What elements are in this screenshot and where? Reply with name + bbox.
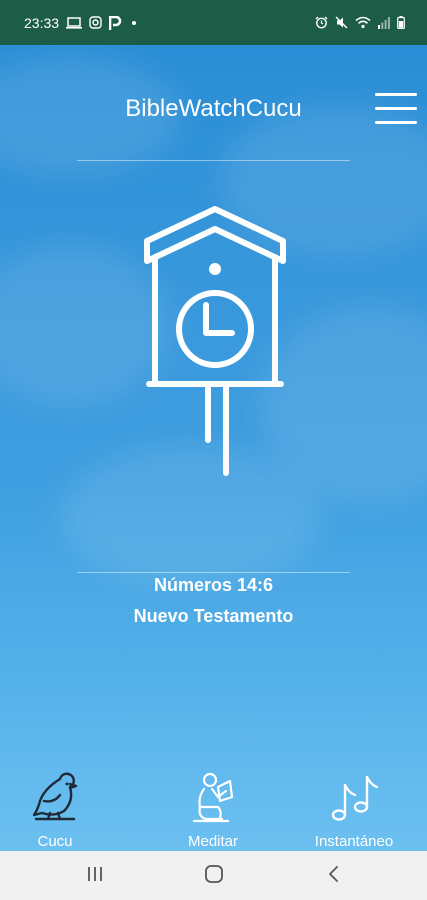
laptop-icon bbox=[66, 16, 83, 29]
app-title-text: BibleWatchCucu bbox=[125, 95, 302, 122]
nav-label-instantaneo: Instantáneo bbox=[314, 833, 394, 850]
person-praying-icon bbox=[192, 772, 234, 823]
app-title: BibleWatchCucu bbox=[0, 95, 427, 123]
wifi-icon bbox=[355, 16, 371, 29]
notification-dot-icon bbox=[129, 18, 139, 28]
hamburger-menu-icon[interactable] bbox=[375, 91, 417, 127]
home-icon[interactable] bbox=[204, 864, 224, 889]
nav-item-instantaneo[interactable]: Instantáneo bbox=[299, 765, 409, 851]
recent-apps-icon[interactable] bbox=[86, 864, 104, 889]
alarm-icon bbox=[315, 16, 328, 29]
status-bar-left: 23:33 bbox=[24, 15, 139, 31]
nav-label-meditar: Meditar bbox=[187, 833, 239, 850]
verse-testament: Nuevo Testamento bbox=[133, 606, 294, 626]
nav-item-cucu[interactable]: Cucu bbox=[0, 765, 110, 851]
app-screen: BibleWatchCucu Números 14:6 Nuevo Testam… bbox=[0, 45, 427, 851]
system-nav-bar bbox=[0, 851, 427, 900]
music-notes-icon bbox=[331, 775, 379, 821]
bottom-nav: Cucu Meditar Instantáneo bbox=[0, 765, 427, 851]
nav-label-cucu: Cucu bbox=[37, 833, 73, 850]
nav-item-meditar[interactable]: Meditar bbox=[158, 765, 268, 851]
bird-icon bbox=[32, 772, 78, 821]
parking-app-icon bbox=[109, 15, 122, 30]
signal-icon bbox=[378, 16, 390, 29]
mute-icon bbox=[335, 16, 348, 29]
header-divider bbox=[77, 160, 350, 161]
status-bar: 23:33 bbox=[0, 0, 427, 45]
verse-reference: Números 14:6 bbox=[153, 575, 274, 595]
status-time: 23:33 bbox=[24, 14, 60, 31]
cuckoo-clock-icon bbox=[140, 205, 290, 480]
battery-icon bbox=[397, 16, 405, 29]
instagram-icon bbox=[89, 16, 102, 29]
status-bar-right bbox=[315, 16, 405, 29]
back-icon[interactable] bbox=[326, 864, 342, 889]
verse-divider bbox=[77, 572, 350, 573]
